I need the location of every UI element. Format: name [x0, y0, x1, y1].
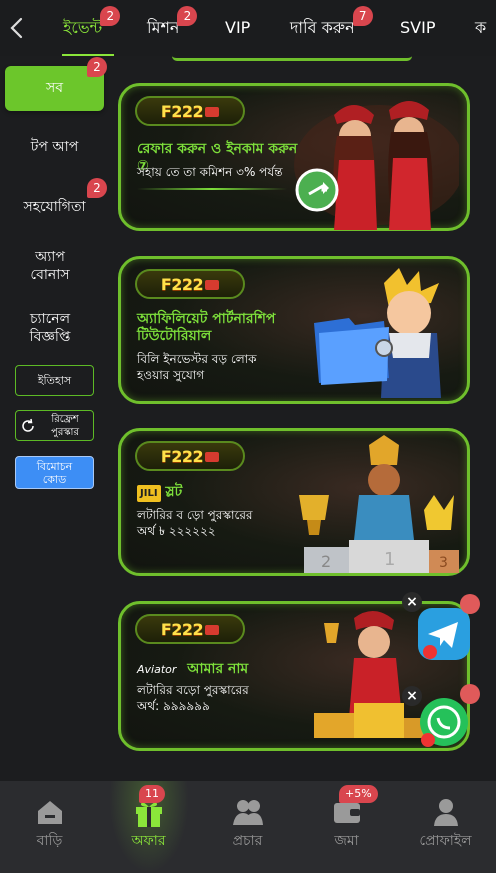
profile-icon: [433, 799, 458, 826]
nav-badge: 11: [139, 785, 165, 803]
nav-label: জমা: [334, 833, 359, 849]
sidebar-item-all[interactable]: সব 2: [5, 57, 107, 111]
refresh-reward-button[interactable]: রিফ্রেশ পুরস্কার: [15, 410, 94, 441]
svg-text:2: 2: [321, 552, 331, 571]
tab-vip[interactable]: VIP: [225, 0, 250, 56]
card-desc: লটারির ব ড়ো পুরস্কারের অর্থ ৳ ২২২২২২: [137, 508, 253, 538]
aviator-brand-logo: Aviator: [137, 663, 177, 676]
brand-logo: F222: [135, 614, 245, 644]
people-icon: [232, 800, 263, 825]
tab-claim[interactable]: দাবি করুন 7: [290, 0, 373, 56]
card-desc: লটারির বড়ো পুরস্কারের অর্থ: ৯৯৯৯৯৯: [137, 683, 249, 713]
svg-text:3: 3: [439, 555, 448, 571]
history-button[interactable]: ইতিহাস: [15, 365, 94, 396]
nav-label: বাড়ি: [36, 833, 63, 849]
tab-badge: 2: [100, 6, 121, 26]
podium-illustration: 1 2 3: [299, 435, 459, 573]
offer-card-slot[interactable]: F222 JILI স্লট লটারির ব ড়ো পুরস্কারের অ…: [118, 428, 470, 576]
svg-text:1: 1: [384, 549, 395, 570]
card-title-row: Aviator আমার নাম: [137, 661, 277, 678]
offer-card-referral[interactable]: F222 রেফার করুন ও ইনকাম করুন ⑦ সহায় তে …: [118, 83, 470, 231]
sidebar-item-topup[interactable]: টপ আপ: [5, 138, 104, 156]
brand-logo: F222: [135, 441, 245, 471]
sidebar-item-cooperation[interactable]: সহযোগিতা 2: [5, 178, 107, 216]
tab-mission[interactable]: মিশন 2: [147, 0, 198, 56]
nav-label: প্রোফাইল: [419, 833, 472, 849]
card-title: আমার নাম: [187, 661, 249, 677]
notification-dot: [460, 594, 480, 614]
nav-label: প্রচার: [232, 833, 263, 849]
jili-brand-logo: JILI: [137, 485, 161, 502]
offer-card-affiliate[interactable]: F222 অ্যাফিলিয়েট পার্টনারশিপ টিউটোরিয়া…: [118, 256, 470, 404]
offers-screen: ইভেন্ট 2 মিশন 2 VIP দাবি করুন 7 SVIP ক সব 2 …: [0, 0, 496, 873]
card-title: স্লট: [165, 484, 183, 500]
card-title-row: JILI স্লট: [137, 484, 267, 502]
tab-event[interactable]: ইভেন্ট 2: [63, 0, 121, 56]
redeem-code-button[interactable]: বিমোচন কোড: [15, 456, 94, 489]
tab-badge: 2: [177, 6, 198, 26]
sidebar-item-channel-notice[interactable]: চ্যানেল বিজ্ঞপ্তি: [20, 310, 80, 346]
sidebar-item-app-bonus[interactable]: অ্যাপ বোনাস: [20, 248, 80, 284]
tab-badge: 7: [352, 6, 373, 26]
nav-badge: +5%: [339, 785, 378, 803]
sidebar: সব 2 টপ আপ সহযোগিতা 2 অ্যাপ বোনাস চ্যানেল …: [0, 56, 112, 781]
tab-svip[interactable]: SVIP: [400, 0, 435, 56]
refresh-icon: [22, 418, 34, 432]
sidebar-badge: 2: [87, 57, 107, 77]
sidebar-badge: 2: [87, 178, 107, 198]
card-desc: বিলি ইনভেস্টর বড় লোক হওয়ার সুযোগ: [137, 352, 257, 382]
nav-offers[interactable]: 11 অফার: [99, 781, 198, 873]
bottom-nav: বাড়ি 11 অফার প্রচার +5% জমা প্রোফাইল: [0, 781, 496, 873]
mascot-folder-illustration: [314, 268, 441, 398]
nav-profile[interactable]: প্রোফাইল: [396, 781, 495, 873]
notification-dot: [460, 684, 480, 704]
nav-deposit[interactable]: +5% জমা: [297, 781, 396, 873]
brand-logo: F222: [135, 96, 245, 126]
card-title: অ্যাফিলিয়েট পার্টনারশিপ টিউটোরিয়াল: [137, 311, 276, 344]
previous-card-edge: [172, 56, 412, 61]
brand-logo: F222: [135, 269, 245, 299]
home-icon: [37, 801, 62, 824]
nav-home[interactable]: বাড়ি: [0, 781, 99, 873]
offer-list: F222 রেফার করুন ও ইনকাম করুন ⑦ সহায় তে …: [112, 56, 496, 781]
pilots-illustration: [294, 101, 459, 230]
category-tabs: ইভেন্ট 2 মিশন 2 VIP দাবি করুন 7 SVIP ক: [45, 0, 496, 56]
glow-line: [137, 188, 287, 190]
nav-promotion[interactable]: প্রচার: [198, 781, 297, 873]
top-tab-bar: ইভেন্ট 2 মিশন 2 VIP দাবি করুন 7 SVIP ক: [0, 0, 496, 56]
tab-more[interactable]: ক: [475, 0, 486, 56]
back-arrow-icon[interactable]: [6, 14, 28, 42]
nav-label: অফার: [131, 833, 166, 849]
